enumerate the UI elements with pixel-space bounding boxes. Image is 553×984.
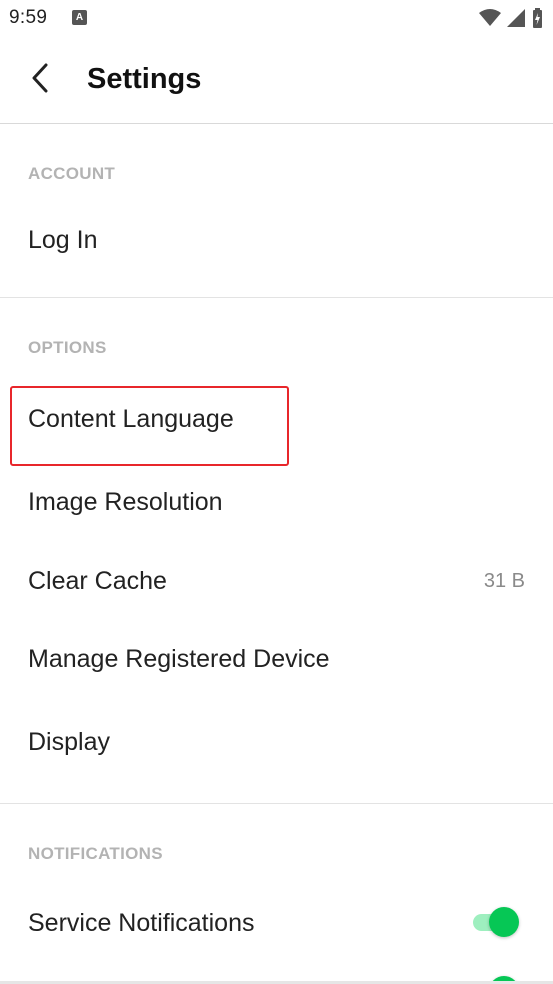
log-in-row[interactable]: Log In <box>0 205 553 275</box>
content-language-row[interactable]: Content Language <box>0 386 553 466</box>
service-notifications-toggle[interactable] <box>471 905 521 939</box>
divider <box>0 297 553 298</box>
back-button[interactable] <box>20 58 60 102</box>
clear-cache-label: Clear Cache <box>28 567 167 595</box>
content-language-label: Content Language <box>28 405 234 433</box>
image-resolution-row[interactable]: Image Resolution <box>0 470 553 538</box>
service-notifications-label: Service Notifications <box>28 909 255 937</box>
display-label: Display <box>28 728 110 756</box>
battery-charging-icon <box>531 8 543 28</box>
section-header-options: OPTIONS <box>28 338 107 357</box>
image-resolution-label: Image Resolution <box>28 488 223 516</box>
cache-size-value: 31 B <box>483 570 525 592</box>
chevron-left-icon <box>30 63 50 98</box>
toggle-thumb <box>489 907 519 937</box>
log-in-label: Log In <box>28 226 98 254</box>
status-bar: 9:59 A <box>0 0 553 38</box>
wifi-icon <box>479 9 501 27</box>
clear-cache-row[interactable]: Clear Cache 31 B <box>0 548 553 616</box>
divider <box>0 803 553 804</box>
status-time: 9:59 <box>9 7 48 28</box>
app-bar: Settings <box>0 38 553 124</box>
service-notifications-row[interactable]: Service Notifications <box>0 888 553 958</box>
manage-registered-device-label: Manage Registered Device <box>28 645 330 673</box>
notification-icon: A <box>72 10 87 25</box>
status-icons <box>479 6 543 30</box>
section-header-notifications: NOTIFICATIONS <box>28 844 163 863</box>
cell-signal-icon <box>507 9 525 27</box>
section-header-account: ACCOUNT <box>28 164 116 183</box>
manage-registered-device-row[interactable]: Manage Registered Device <box>0 626 553 694</box>
display-row[interactable]: Display <box>0 708 553 778</box>
page-title: Settings <box>87 63 202 95</box>
